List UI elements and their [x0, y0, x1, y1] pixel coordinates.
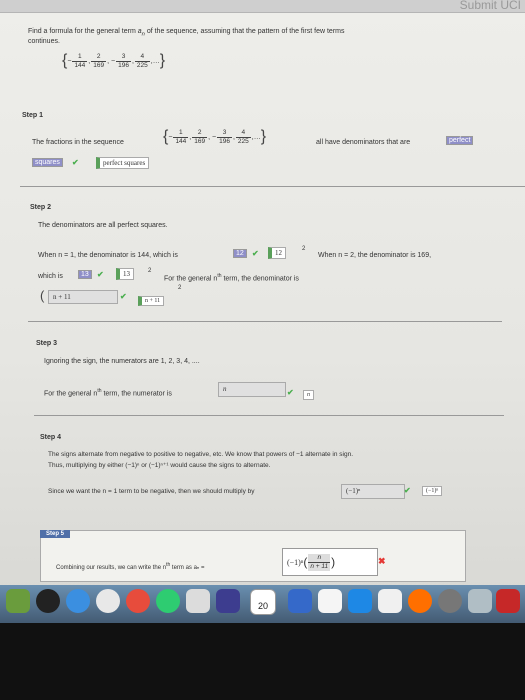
step4-line1: The signs alternate from negative to pos… — [48, 451, 354, 458]
step1-sequence: {− 1 144, 2 169, − 3 196, 4 225, …} — [163, 128, 267, 145]
step3-box: n — [303, 390, 314, 400]
step5-label: Step 5 — [40, 530, 71, 538]
step4-line3: Since we want the n = 1 term to be negat… — [48, 488, 255, 495]
check-icon: ✔ — [72, 158, 79, 167]
notes-icon[interactable] — [318, 589, 342, 613]
step2-answer-formula[interactable]: n + 11 — [48, 290, 118, 304]
chrome-icon[interactable] — [126, 589, 150, 613]
step2-box-formula: n + 11 — [138, 296, 165, 306]
step4-label: Step 4 — [40, 434, 62, 441]
step1-answer-part2[interactable]: squares — [32, 158, 63, 167]
step2-label: Step 2 — [30, 204, 52, 211]
step1-text-after: all have denominators that are — [316, 139, 411, 146]
step2-line2-prefix: which is — [38, 273, 63, 280]
problem-text-1: Find a formula for the general term an o… — [28, 28, 345, 38]
step4-line2: Thus, multiplying by either (−1)ⁿ or (−1… — [48, 462, 271, 469]
exponent: 2 — [148, 268, 152, 274]
cross-icon: ✖ — [378, 556, 386, 566]
browser-screen: Submit UCI Find a formula for the genera… — [0, 0, 525, 590]
divider — [34, 415, 504, 416]
step3-intro: Ignoring the sign, the numerators are 1,… — [44, 358, 200, 365]
step5-answer[interactable]: (−1)ⁿ ( nn + 11 ) — [282, 548, 378, 576]
step2-answer-13[interactable]: 13 — [78, 270, 92, 279]
step3-answer[interactable]: n — [218, 382, 286, 397]
problem-sequence: { − 1 144, 2 169, − 3 196, 4 225, … } — [62, 52, 166, 69]
step1-correct-box: perfect squares — [96, 157, 150, 169]
launchpad-icon[interactable] — [36, 589, 60, 613]
step1-answer-part1[interactable]: perfect — [446, 136, 474, 145]
submit-link[interactable]: Submit UCI — [460, 0, 521, 12]
step5-panel — [40, 530, 466, 582]
divider — [28, 321, 502, 322]
title-bar: Submit UCI — [0, 0, 525, 13]
step3-label: Step 3 — [36, 340, 58, 347]
dock: 20 — [0, 585, 525, 623]
step2-line1-suffix: When n = 2, the denominator is 169, — [318, 252, 432, 259]
step1-label: Step 1 — [22, 112, 44, 119]
check-icon: ✔ — [287, 388, 294, 397]
photos-icon[interactable] — [96, 589, 120, 613]
step2-intro: The denominators are all perfect squares… — [38, 222, 168, 229]
check-icon: ✔ — [97, 270, 104, 279]
step4-answer[interactable]: (−1)ⁿ — [341, 484, 405, 499]
firefox-icon[interactable] — [408, 589, 432, 613]
step5-line: Combining our results, we can write the … — [56, 562, 205, 571]
app-icon[interactable] — [496, 589, 520, 613]
paren-open: ( — [40, 288, 45, 303]
check-icon: ✔ — [404, 486, 411, 495]
exponent: 2 — [178, 285, 182, 291]
step3-line: For the general nth term, the numerator … — [44, 388, 172, 398]
messages-icon[interactable] — [156, 589, 180, 613]
finder-icon[interactable] — [6, 589, 30, 613]
folder-icon[interactable] — [468, 589, 492, 613]
safari-icon[interactable] — [66, 589, 90, 613]
step2-line1-prefix: When n = 1, the denominator is 144, whic… — [38, 252, 178, 259]
step1-text-before: The fractions in the sequence — [32, 139, 124, 146]
step2-answer-12[interactable]: 12 — [233, 249, 247, 258]
preview-icon[interactable] — [186, 589, 210, 613]
maps-icon[interactable] — [378, 589, 402, 613]
word-icon[interactable] — [288, 589, 312, 613]
settings-icon[interactable] — [438, 589, 462, 613]
problem-text-2: continues. — [28, 38, 60, 45]
step2-box-13: 13 — [116, 268, 134, 280]
step4-box: (−1)ⁿ — [422, 486, 443, 496]
calendar-day: 20 — [257, 601, 268, 611]
terminal-icon[interactable] — [216, 589, 240, 613]
step2-line2-suffix: For the general nth term, the denominato… — [164, 273, 299, 283]
divider — [20, 186, 525, 187]
check-icon: ✔ — [120, 292, 127, 301]
step2-box-12: 12 — [268, 247, 286, 259]
check-icon: ✔ — [252, 249, 259, 258]
appstore-icon[interactable] — [348, 589, 372, 613]
exponent: 2 — [302, 246, 306, 252]
